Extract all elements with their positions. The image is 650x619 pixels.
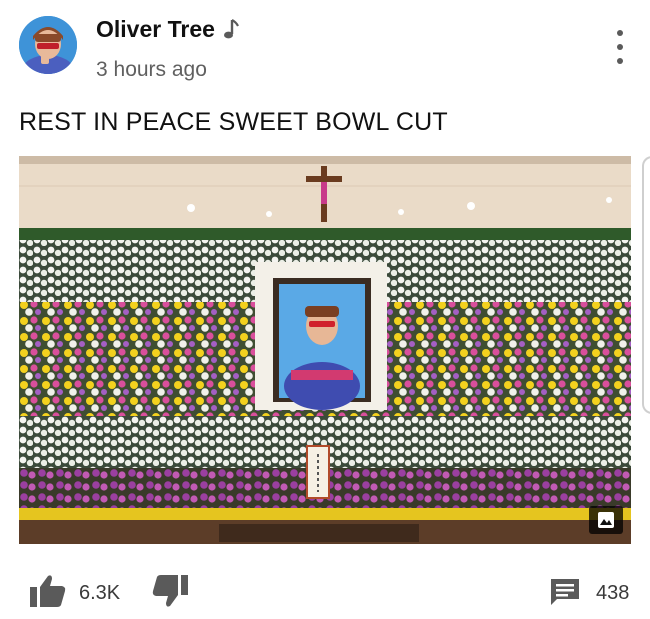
next-item-peek[interactable]	[642, 156, 650, 414]
author-name[interactable]: Oliver Tree	[96, 16, 239, 43]
comment-button[interactable]	[549, 577, 581, 607]
thumbs-down-icon	[152, 575, 188, 607]
dislike-button[interactable]	[150, 573, 190, 609]
like-count: 6.3K	[79, 582, 121, 604]
more-vertical-icon	[617, 30, 623, 36]
music-note-icon	[223, 18, 239, 38]
comment-icon	[551, 579, 579, 605]
image-badge	[589, 506, 623, 534]
funeral-altar-photo	[19, 156, 631, 544]
post-timestamp: 3 hours ago	[96, 58, 207, 81]
thumbs-up-icon	[30, 575, 66, 607]
image-icon	[598, 512, 614, 528]
like-button[interactable]	[28, 573, 68, 609]
comment-count: 438	[596, 582, 630, 604]
more-options-button[interactable]	[608, 30, 632, 64]
post-text: REST IN PEACE SWEET BOWL CUT	[19, 108, 448, 136]
avatar[interactable]	[19, 16, 77, 74]
post-actions-bar: 6.3K 438	[0, 565, 650, 615]
post-image[interactable]	[19, 156, 631, 544]
author-name-text: Oliver Tree	[96, 16, 215, 42]
post-header: Oliver Tree 3 hours ago	[0, 0, 650, 100]
